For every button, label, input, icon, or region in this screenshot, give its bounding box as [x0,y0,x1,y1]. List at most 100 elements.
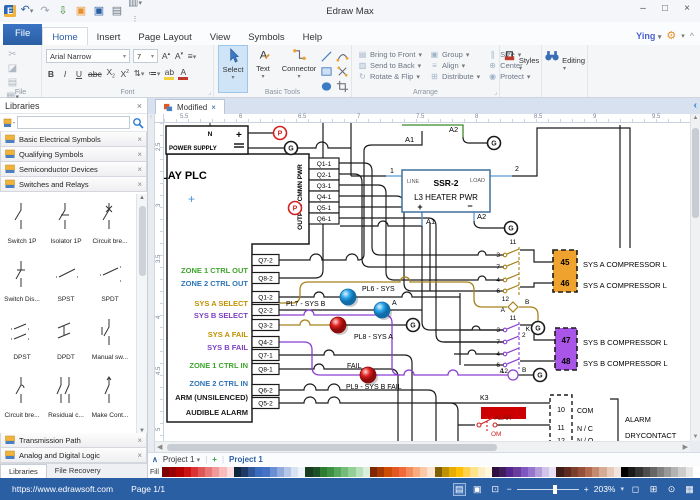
color-swatch[interactable] [241,467,248,477]
search-icon[interactable] [132,117,144,129]
arrange-bring-to-front[interactable]: ▤Bring to Front▾ [358,50,422,59]
font-button-2[interactable]: U [74,69,84,79]
color-swatch[interactable] [334,467,341,477]
font-button-1[interactable]: I [60,69,70,79]
cut-icon[interactable]: ✂ [6,49,19,60]
symbol-dpdt[interactable]: DPDT [44,310,88,368]
paragraph-icon[interactable]: ≡▾ [187,51,197,61]
color-swatch[interactable] [585,467,592,477]
color-swatch[interactable] [449,467,456,477]
vertical-scrollbar[interactable]: ▲▼ [690,114,700,441]
color-swatch[interactable] [392,467,399,477]
library-close-icon[interactable]: × [137,150,142,159]
lamp-pl7[interactable] [374,302,390,318]
library-basic-electrical-symbols[interactable]: Basic Electrical Symbols× [0,132,147,147]
statusbar-url[interactable]: https://www.edrawsoft.com [12,484,113,494]
color-swatch[interactable] [499,467,506,477]
gear-caret-icon[interactable]: ▾ [681,32,685,40]
panel-splitter[interactable]: ‹‹ [148,98,155,452]
color-swatch[interactable] [571,467,578,477]
shrink-font-icon[interactable]: A▾ [174,51,184,61]
library-semiconductor-devices[interactable]: Semiconductor Devices× [0,162,147,177]
library-close-icon[interactable]: × [137,451,142,460]
color-swatch[interactable] [363,467,370,477]
color-swatch[interactable] [564,467,571,477]
library-qualifying-symbols[interactable]: Qualifying Symbols× [0,147,147,162]
color-swatch[interactable] [406,467,413,477]
presentation-view-icon[interactable]: ⊡ [489,484,502,495]
symbol-spdt[interactable]: SPDT [88,252,132,310]
library-close-icon[interactable]: × [137,135,142,144]
grow-font-icon[interactable]: A▴ [161,51,171,61]
libraries-close-icon[interactable]: × [137,101,142,111]
symbol-manual-sw-[interactable]: Manual sw... [88,310,132,368]
color-swatch[interactable] [327,467,334,477]
color-swatch[interactable] [176,467,183,477]
font-size-combo[interactable]: 7▾ [133,49,158,63]
color-swatch[interactable] [212,467,219,477]
select-tool-button[interactable]: Select▾ [218,45,248,93]
symbol-circuit-bre-[interactable]: Circuit bre... [88,194,132,252]
color-swatch[interactable] [227,467,234,477]
curve-tool-icon[interactable] [336,50,349,63]
symbol-switch-dis-[interactable]: Switch Dis... [0,252,44,310]
color-swatch[interactable] [205,467,212,477]
symbol-dpst[interactable]: DPST [0,310,44,368]
tab-file[interactable]: File [3,24,42,45]
color-swatch[interactable] [377,467,384,477]
color-swatch[interactable] [162,467,169,477]
lamp-pl8[interactable] [330,317,346,333]
document-tab[interactable]: Modified × [155,99,225,114]
color-swatch[interactable] [614,467,621,477]
user-account-button[interactable]: Ying ▾ [636,31,661,41]
close-button[interactable]: × [676,0,698,18]
fit-width-icon[interactable]: ⊞ [647,484,660,495]
library-analog-and-digital-logic[interactable]: Analog and Digital Logic× [0,448,147,463]
lamp-pl9[interactable] [360,367,376,383]
lamp-pl6[interactable] [340,289,356,305]
color-swatch[interactable] [298,467,305,477]
page-dropdown[interactable]: Project 1 ▾ [163,455,200,464]
color-swatch[interactable] [348,467,355,477]
library-close-icon[interactable]: × [137,180,142,189]
symbol-isolator-1p[interactable]: Isolator 1P [44,194,88,252]
color-swatch[interactable] [313,467,320,477]
symbol-spst[interactable]: SPST [44,252,88,310]
color-swatch[interactable] [184,467,191,477]
tab-home[interactable]: Home [42,27,87,47]
color-swatch[interactable] [191,467,198,477]
arrange-rotate-flip[interactable]: ↻Rotate & Flip▾ [358,72,422,81]
gear-icon[interactable]: ⚙ [666,29,676,42]
symbol-switch-1p[interactable]: Switch 1P [0,194,44,252]
document-tab-close-icon[interactable]: × [211,103,216,112]
color-swatch[interactable] [671,467,678,477]
ssr-box[interactable] [402,170,490,212]
color-swatch[interactable] [657,467,664,477]
color-swatch[interactable] [549,467,556,477]
minimize-button[interactable]: – [632,0,654,18]
color-swatch[interactable] [542,467,549,477]
color-swatch[interactable] [305,467,312,477]
library-switches-and-relays[interactable]: Switches and Relays× [0,177,147,192]
paste-icon[interactable]: ▤ [6,77,19,88]
color-swatch[interactable] [607,467,614,477]
color-swatch[interactable] [463,467,470,477]
color-swatch[interactable] [635,467,642,477]
symbol-circuit-bre-[interactable]: Circuit bre... [0,368,44,426]
color-swatch[interactable] [470,467,477,477]
page-tab-project1[interactable]: Project 1 [229,455,263,464]
color-swatch[interactable] [420,467,427,477]
color-swatch[interactable] [413,467,420,477]
editing-button[interactable]: Editing▾ [542,45,587,72]
color-swatch[interactable] [442,467,449,477]
arrange-align[interactable]: ≡Align▾ [430,61,480,70]
library-transmission-path[interactable]: Transmission Path× [0,433,147,448]
color-swatch[interactable] [621,467,628,477]
arrange-distribute[interactable]: ⊞Distribute▾ [430,72,480,81]
symbol-residual-c-[interactable]: Residual c... [44,368,88,426]
color-swatch[interactable] [370,467,377,477]
zoom-in-button[interactable]: + [584,484,589,494]
arrange-group[interactable]: ▣Group▾ [430,50,480,59]
font-button-3[interactable]: abc [88,69,102,79]
color-swatch[interactable] [255,467,262,477]
